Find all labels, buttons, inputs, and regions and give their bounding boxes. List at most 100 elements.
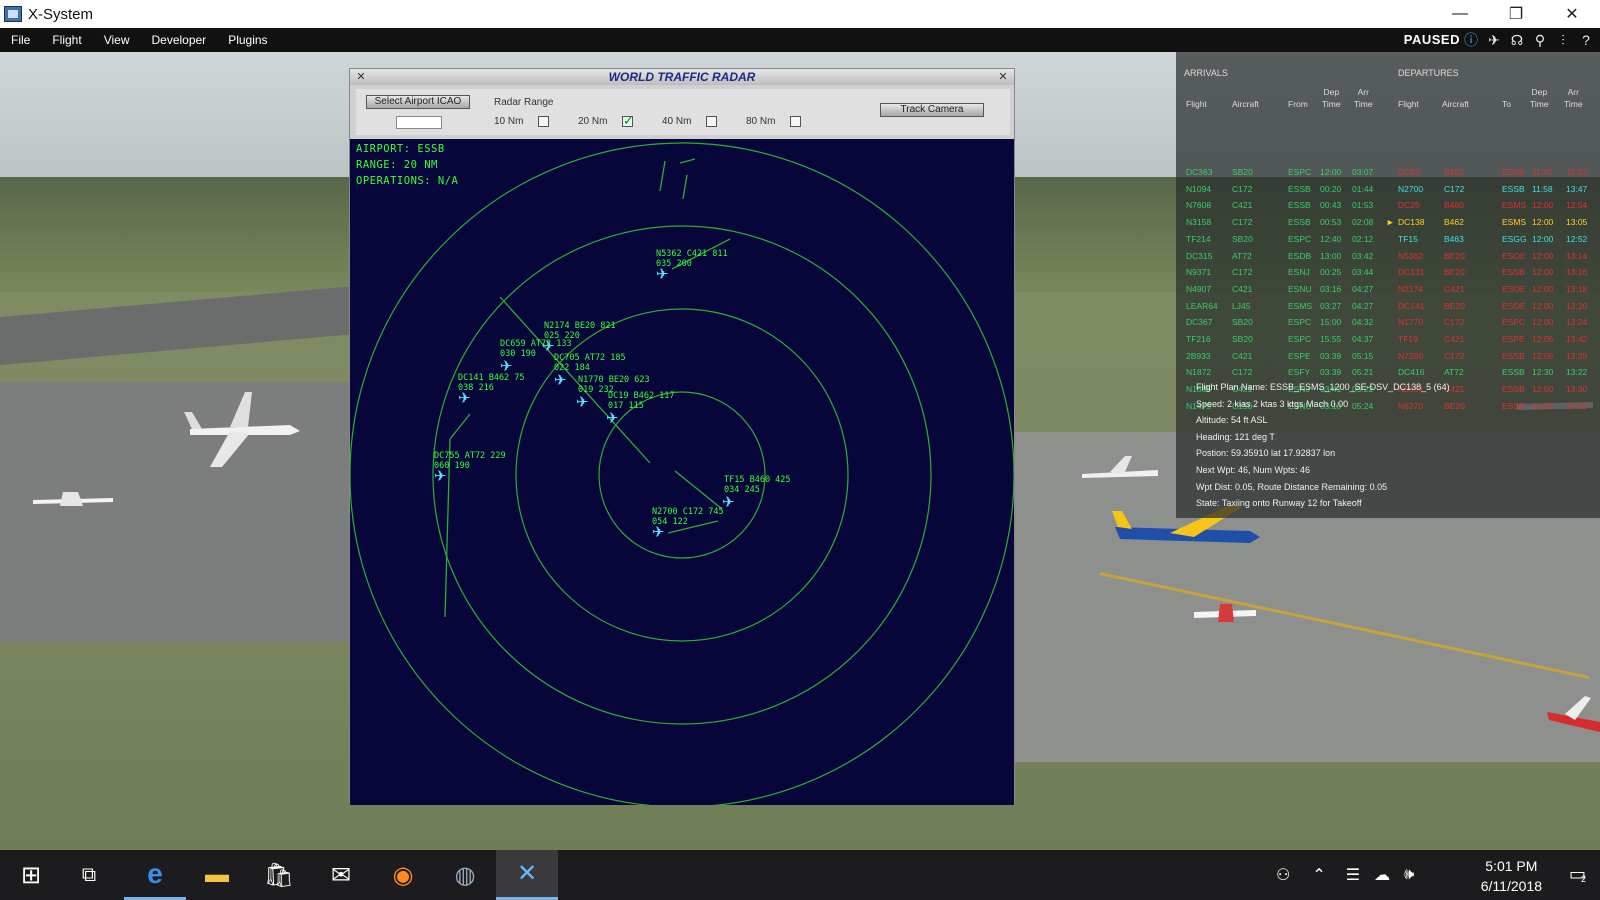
plan-position: Postion: 59.35910 lat 17.92837 lon bbox=[1196, 448, 1336, 459]
menu-plugins[interactable]: Plugins bbox=[217, 33, 278, 47]
flight-board-row[interactable]: N7608 C421 ESSB 00:43 01:53 DC25 B460 ESMS 12:00… bbox=[1176, 197, 1600, 213]
arrival-flight-cell: N1094 bbox=[1186, 183, 1212, 194]
flight-board-row[interactable]: DC315 AT72 ESDB 13:00 03:42 N5362 BE20 ESOE 12:0… bbox=[1176, 248, 1600, 264]
aircraft-target-icon[interactable]: ✈ bbox=[606, 411, 619, 426]
range-20-checkbox[interactable] bbox=[622, 113, 634, 129]
radar-scope[interactable]: AIRPORT: ESSB RANGE: 20 NM OPERATIONS: N… bbox=[350, 139, 1014, 805]
departure-aircraft-cell: C172 bbox=[1444, 350, 1465, 361]
menu-view[interactable]: View bbox=[93, 33, 141, 47]
flight-board-panel: ARRIVALS DEPARTURES Flight Aircraft From… bbox=[1176, 52, 1600, 518]
range-10-checkbox[interactable] bbox=[538, 116, 549, 127]
plan-wpt-dist: Wpt Dist: 0.05, Route Distance Remaining… bbox=[1196, 481, 1388, 492]
arrival-arr-cell: 01:44 bbox=[1352, 183, 1374, 194]
arrival-arr-cell: 05:15 bbox=[1352, 350, 1374, 361]
departure-arr-cell: 13:30 bbox=[1566, 384, 1588, 395]
col-a-arr: Arr Time bbox=[1354, 87, 1373, 109]
settings-sliders-icon[interactable]: ⫶ bbox=[1553, 30, 1573, 50]
map-pin-icon[interactable]: ⚲ bbox=[1530, 30, 1550, 50]
store-icon[interactable]: 🛍 bbox=[248, 850, 310, 900]
menu-developer[interactable]: Developer bbox=[140, 33, 217, 47]
task-view-icon[interactable]: ⧉ bbox=[58, 850, 120, 900]
start-windows-icon[interactable]: ⊞ bbox=[0, 850, 62, 900]
flight-board-row[interactable]: TF214 SB20 ESPC 12:40 02:12 TF15 B463 ESGG 12:00… bbox=[1176, 231, 1600, 247]
col-d-aircraft: Aircraft bbox=[1442, 99, 1469, 109]
departure-to-cell: ESGG bbox=[1502, 233, 1527, 244]
aircraft-target-icon[interactable]: ✈ bbox=[500, 359, 513, 374]
range-80-checkbox[interactable] bbox=[790, 116, 801, 127]
target-tag[interactable]: N2174 BE20 821 025 220 bbox=[544, 321, 616, 341]
notification-center-icon[interactable]: ▭ 2 bbox=[1569, 864, 1586, 885]
icao-input[interactable] bbox=[396, 116, 442, 129]
radar-window-title[interactable]: WORLD TRAFFIC RADAR bbox=[350, 69, 1014, 85]
volume-icon[interactable]: 🕪 bbox=[1404, 866, 1414, 884]
departure-aircraft-cell: B460 bbox=[1444, 200, 1464, 211]
target-tag[interactable]: DC19 B462 117 017 115 bbox=[608, 391, 675, 411]
departure-to-cell: ESSB bbox=[1502, 267, 1525, 278]
arrival-arr-cell: 03:07 bbox=[1352, 167, 1374, 177]
info-icon[interactable]: ⓘ bbox=[1461, 30, 1481, 50]
restore-button[interactable]: ❐ bbox=[1488, 0, 1544, 28]
flight-config-icon[interactable]: ✈ bbox=[1484, 30, 1504, 50]
tray-expand-icon[interactable]: ⌃ bbox=[1312, 865, 1325, 885]
flight-board-row[interactable]: DC367 SB20 ESPC 15:00 04:32 N1770 C172 ESPC 12:0… bbox=[1176, 314, 1600, 330]
globe-app-icon[interactable]: ◍ bbox=[434, 850, 496, 900]
aircraft-target-icon[interactable]: ✈ bbox=[458, 391, 471, 406]
select-airport-button[interactable]: Select Airport ICAO bbox=[366, 95, 470, 109]
xplane-taskbar-icon[interactable]: ✕ bbox=[496, 850, 558, 900]
edge-browser-icon[interactable]: e bbox=[124, 850, 186, 900]
atc-headset-icon[interactable]: ☊ bbox=[1507, 30, 1527, 50]
minimize-button[interactable]: — bbox=[1432, 0, 1488, 28]
arrival-dep-cell: 15:00 bbox=[1320, 317, 1342, 328]
mail-icon[interactable]: ✉ bbox=[310, 850, 372, 900]
flight-board-row[interactable]: N3158 C172 ESSB 00:53 02:08 ► DC138 B462 ESMS 12:… bbox=[1176, 214, 1600, 230]
arrival-dep-cell: 00:25 bbox=[1320, 267, 1342, 278]
help-icon[interactable]: ? bbox=[1576, 30, 1596, 50]
departure-to-cell: ESPE bbox=[1502, 334, 1525, 344]
aircraft-target-icon[interactable]: ✈ bbox=[722, 495, 735, 510]
departure-dep-cell: 12:00 bbox=[1532, 384, 1554, 395]
taskbar-clock[interactable]: 5:01 PM 6/11/2018 bbox=[1481, 856, 1542, 896]
flight-board-row[interactable]: N9371 C172 ESNJ 00:25 03:44 DC131 BE20 ESSB 12:0… bbox=[1176, 264, 1600, 280]
flight-board-row[interactable]: N4907 C421 ESNU 03:16 04:27 N2174 C421 ESOE 12:0… bbox=[1176, 281, 1600, 297]
flight-board-row[interactable]: N1872 C172 ESFY 03:39 05:21 DC416 AT72 ESSB 12:3… bbox=[1176, 364, 1600, 380]
file-explorer-icon[interactable]: ▬ bbox=[186, 850, 248, 900]
flight-board-row[interactable]: TF216 SB20 ESPC 15:55 04:37 TF19 C421 ESPE 12:06… bbox=[1176, 331, 1600, 347]
departure-to-cell: ESMS bbox=[1502, 200, 1527, 211]
arrival-dep-cell: 03:27 bbox=[1320, 300, 1342, 311]
arrival-flight-cell: N3158 bbox=[1186, 217, 1212, 228]
menu-flight[interactable]: Flight bbox=[41, 33, 92, 47]
departure-dep-cell: 12:00 bbox=[1532, 300, 1554, 311]
firefox-icon[interactable]: ◉ bbox=[372, 850, 434, 900]
arrival-aircraft-cell: C172 bbox=[1232, 267, 1253, 278]
arrival-flight-cell: 2B933 bbox=[1186, 350, 1211, 361]
range-40-checkbox[interactable] bbox=[706, 116, 717, 127]
target-tag[interactable]: DC705 AT72 185 022 184 bbox=[554, 353, 626, 373]
flight-board-row[interactable]: N1094 C172 ESSB 00:20 01:44 N2700 C172 ESSB 11:5… bbox=[1176, 181, 1600, 197]
flight-board-row[interactable]: 2B933 C421 ESPE 03:39 05:15 N7260 C172 ESSB 12:0… bbox=[1176, 348, 1600, 364]
people-icon[interactable]: ⚇ bbox=[1276, 865, 1290, 885]
target-tag[interactable]: TF15 B460 425 034 245 bbox=[724, 475, 791, 495]
aircraft-target-icon[interactable]: ✈ bbox=[434, 469, 447, 484]
flight-board-row[interactable]: DC363 SB20 ESPC 12:00 03:07 DC63 B462 ESSB 11:47… bbox=[1176, 164, 1600, 180]
arrival-from-cell: ESSB bbox=[1288, 200, 1311, 211]
red-light-aircraft bbox=[1194, 604, 1256, 622]
menu-file[interactable]: File bbox=[0, 33, 41, 47]
radar-close-left-icon[interactable]: ✕ bbox=[354, 70, 368, 84]
close-button[interactable]: ✕ bbox=[1544, 0, 1600, 28]
col-d-flight: Flight bbox=[1398, 99, 1419, 109]
aircraft-target-icon[interactable]: ✈ bbox=[652, 525, 665, 540]
onedrive-icon[interactable]: ☁ bbox=[1374, 865, 1390, 885]
track-camera-button[interactable]: Track Camera bbox=[880, 103, 984, 117]
departure-flight-cell: N5362 bbox=[1398, 250, 1424, 261]
departure-flight-cell: TF15 bbox=[1398, 233, 1418, 244]
departure-dep-cell: 12:05 bbox=[1532, 400, 1554, 411]
arrival-from-cell: ESFY bbox=[1288, 367, 1311, 378]
flight-board-row[interactable]: LEAR64 LJ45 ESMS 03:27 04:27 DC141 BE20 ESOE 12:… bbox=[1176, 298, 1600, 314]
wifi-icon[interactable]: ☰ bbox=[1346, 865, 1360, 885]
radar-close-right-icon[interactable]: ✕ bbox=[996, 70, 1010, 84]
aircraft-target-icon[interactable]: ✈ bbox=[656, 267, 669, 282]
aircraft-target-icon[interactable]: ✈ bbox=[554, 373, 567, 388]
aircraft-target-icon[interactable]: ✈ bbox=[576, 395, 589, 410]
departure-to-cell: ESSB bbox=[1502, 367, 1525, 378]
departure-aircraft-cell: AT72 bbox=[1444, 367, 1464, 378]
